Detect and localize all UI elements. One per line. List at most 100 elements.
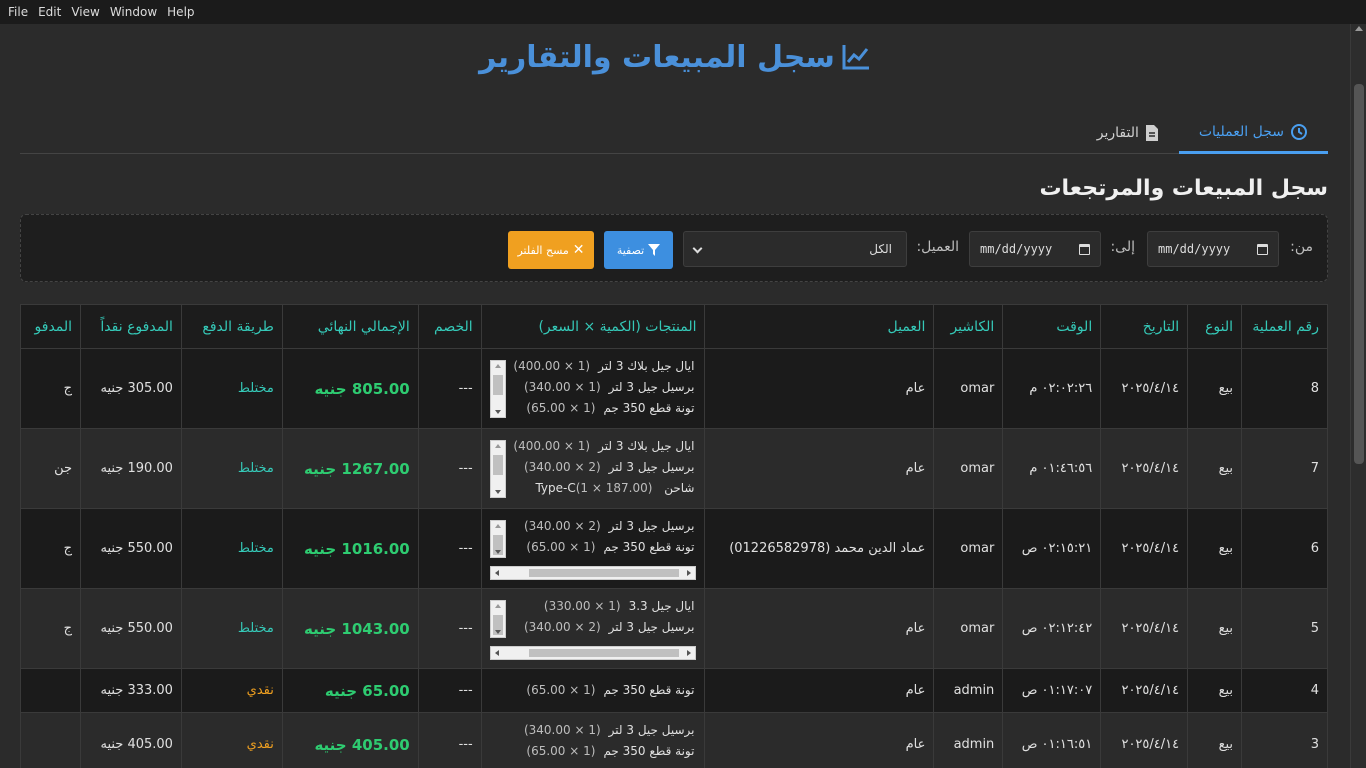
menu-view[interactable]: View: [67, 5, 103, 19]
cell-payment-method: مختلط: [180, 508, 283, 589]
scroll-down-arrow-icon[interactable]: [494, 629, 501, 634]
file-icon: [1145, 125, 1158, 141]
menu-help[interactable]: Help: [163, 5, 198, 19]
cell-date: ٢٠٢٥/٤/١٤: [1100, 428, 1189, 509]
filter-button[interactable]: تصفية: [604, 231, 673, 269]
cell-time: ٠٢:٠٢:٢٦ م: [1002, 348, 1102, 429]
filter-icon: [648, 244, 661, 256]
page-scrollbar[interactable]: [1350, 24, 1366, 768]
clear-filter-button[interactable]: ✕ مسح الفلتر: [508, 231, 594, 269]
cell-total: 805.00 جنيه: [281, 348, 419, 429]
cell-cash-paid: 305.00 جنيه: [80, 348, 182, 429]
cell-discount: ---: [417, 588, 482, 669]
product-qty-price: (1 × 330.00): [543, 598, 621, 613]
products-list[interactable]: برسيل جيل 3 لتر(1 × 340.00) تونة قطع 350 …: [490, 714, 697, 768]
table-row[interactable]: 4 بيع ٢٠٢٥/٤/١٤ ٠١:١٧:٠٧ ص admin عام تونة قطع …: [20, 668, 1328, 713]
scrollbar-thumb[interactable]: [492, 454, 503, 475]
table-row[interactable]: 6 بيع ٢٠٢٥/٤/١٤ ٠٢:١٥:٢١ ص omar عماد الدين مح…: [20, 508, 1328, 589]
scroll-up-arrow-icon[interactable]: [1355, 26, 1363, 31]
product-name: برسيل جيل 3 لتر: [608, 459, 695, 474]
table-row[interactable]: 5 بيع ٢٠٢٥/٤/١٤ ٠٢:١٢:٤٢ ص omar عام ايال جيل 3…: [20, 588, 1328, 669]
tab-reports[interactable]: التقارير: [1077, 112, 1179, 154]
products-list[interactable]: ايال جيل 3.3 (1 × 330.00) برسيل جيل 3 لتر (…: [489, 590, 697, 668]
products-horizontal-scrollbar[interactable]: [489, 645, 696, 660]
cell-other-paid: جن: [20, 428, 82, 509]
cell-type: بيع: [1187, 508, 1243, 589]
products-vertical-scrollbar[interactable]: [489, 439, 506, 498]
table-row[interactable]: 7 بيع ٢٠٢٥/٤/١٤ ٠١:٤٦:٥٦ م omar عام ايال جيل ب…: [20, 428, 1328, 509]
scroll-down-arrow-icon[interactable]: [494, 409, 501, 414]
scroll-right-arrow-icon[interactable]: [686, 649, 691, 656]
scroll-left-arrow-icon[interactable]: [494, 649, 499, 656]
filter-panel: من: mm/dd/yyyy إلى: mm/dd/yyyy العميل: ا…: [20, 214, 1328, 282]
products-list[interactable]: تونة قطع 350 جم (1 × 65.00): [490, 670, 697, 712]
scrollbar-thumb[interactable]: [1354, 84, 1364, 464]
menu-file[interactable]: File: [4, 5, 32, 19]
cell-discount: ---: [417, 712, 482, 768]
customer-label: العميل:: [916, 239, 959, 255]
cell-discount: ---: [417, 668, 482, 713]
product-qty-price: (1 × 65.00): [526, 743, 596, 758]
scroll-up-arrow-icon[interactable]: [494, 523, 501, 528]
calendar-icon[interactable]: [1257, 244, 1268, 255]
calendar-icon[interactable]: [1079, 244, 1090, 255]
products-list[interactable]: ايال جيل بلاك 3 لتر (1 × 400.00) برسيل جيل…: [489, 430, 697, 508]
product-line: برسيل جيل 3 لتر (1 × 340.00): [490, 377, 697, 398]
cell-id: 5: [1241, 588, 1328, 669]
cell-date: ٢٠٢٥/٤/١٤: [1100, 348, 1189, 429]
scroll-left-arrow-icon[interactable]: [494, 569, 499, 576]
cell-time: ٠١:١٦:٥١ ص: [1002, 712, 1102, 768]
scroll-up-arrow-icon[interactable]: [494, 443, 501, 448]
cell-date: ٢٠٢٥/٤/١٤: [1100, 588, 1189, 669]
product-name: برسيل جيل 3 لتر: [608, 379, 695, 394]
cell-other-paid: [20, 668, 82, 713]
product-qty-price: (1 × 400.00): [513, 438, 591, 453]
from-date-placeholder: mm/dd/yyyy: [1158, 242, 1231, 256]
cell-cash-paid: 550.00 جنيه: [80, 508, 182, 589]
products-vertical-scrollbar[interactable]: [489, 519, 506, 558]
product-qty-price: (1 × 65.00): [526, 539, 596, 554]
products-vertical-scrollbar[interactable]: [489, 359, 506, 418]
clear-filter-button-label: مسح الفلتر: [517, 243, 569, 257]
cell-total: 1267.00 جنيه: [281, 428, 419, 509]
sales-table-container: رقم العملية النوع التاريخ الوقت الكاشير …: [20, 304, 1328, 768]
scroll-down-arrow-icon[interactable]: [494, 489, 501, 494]
scroll-right-arrow-icon[interactable]: [686, 569, 691, 576]
cell-cashier: admin: [933, 668, 1004, 713]
products-list[interactable]: ايال جيل بلاك 3 لتر (1 × 400.00) برسيل جيل…: [489, 350, 697, 428]
to-date-input[interactable]: mm/dd/yyyy: [969, 231, 1101, 267]
tab-operations-log[interactable]: سجل العمليات: [1178, 112, 1328, 154]
products-horizontal-scrollbar[interactable]: [489, 565, 696, 580]
table-row[interactable]: 8 بيع ٢٠٢٥/٤/١٤ ٠٢:٠٢:٢٦ م omar عام ايال جيل ب…: [20, 348, 1328, 429]
cell-customer: عام: [704, 588, 935, 669]
cell-discount: ---: [417, 348, 482, 429]
customer-select[interactable]: الكل: [683, 231, 907, 267]
cell-payment-method: نقدي: [180, 668, 283, 713]
tab-bar: سجل العمليات التقارير: [20, 112, 1328, 154]
table-row[interactable]: 3 بيع ٢٠٢٥/٤/١٤ ٠١:١٦:٥١ ص admin عام برسيل جيل…: [20, 712, 1328, 768]
cell-total: 1043.00 جنيه: [281, 588, 419, 669]
page-title-wrap: سجل المبيعات والتقارير: [0, 40, 1350, 75]
scroll-down-arrow-icon[interactable]: [494, 549, 501, 554]
scrollbar-thumb[interactable]: [528, 648, 679, 657]
cell-products: برسيل جيل 3 لتر(2 × 340.00) تونة قطع 350 …: [480, 508, 706, 589]
col-header-other-paid: المدفو: [20, 304, 82, 349]
menu-bar: File Edit View Window Help: [0, 0, 1366, 24]
scrollbar-thumb[interactable]: [492, 374, 503, 395]
from-date-input[interactable]: mm/dd/yyyy: [1147, 231, 1279, 267]
menu-window[interactable]: Window: [106, 5, 161, 19]
product-line: ايال جيل بلاك 3 لتر (1 × 400.00): [490, 436, 697, 457]
scrollbar-thumb[interactable]: [528, 568, 679, 577]
product-line: تونة قطع 350 جم (1 × 65.00): [490, 741, 697, 762]
product-line: برسيل جيل 3 لتر (2 × 340.00): [490, 516, 697, 537]
products-vertical-scrollbar[interactable]: [489, 599, 506, 638]
product-line: برسيل جيل 3 لتر (2 × 340.00): [490, 617, 697, 638]
cell-products: برسيل جيل 3 لتر(1 × 340.00) تونة قطع 350 …: [480, 712, 706, 768]
products-list[interactable]: برسيل جيل 3 لتر(2 × 340.00) تونة قطع 350 …: [489, 510, 697, 588]
cell-id: 3: [1241, 712, 1328, 768]
scroll-up-arrow-icon[interactable]: [494, 603, 501, 608]
menu-edit[interactable]: Edit: [34, 5, 65, 19]
scroll-up-arrow-icon[interactable]: [494, 363, 501, 368]
cell-id: 6: [1241, 508, 1328, 589]
product-qty-price: (1 × 340.00): [523, 379, 601, 394]
